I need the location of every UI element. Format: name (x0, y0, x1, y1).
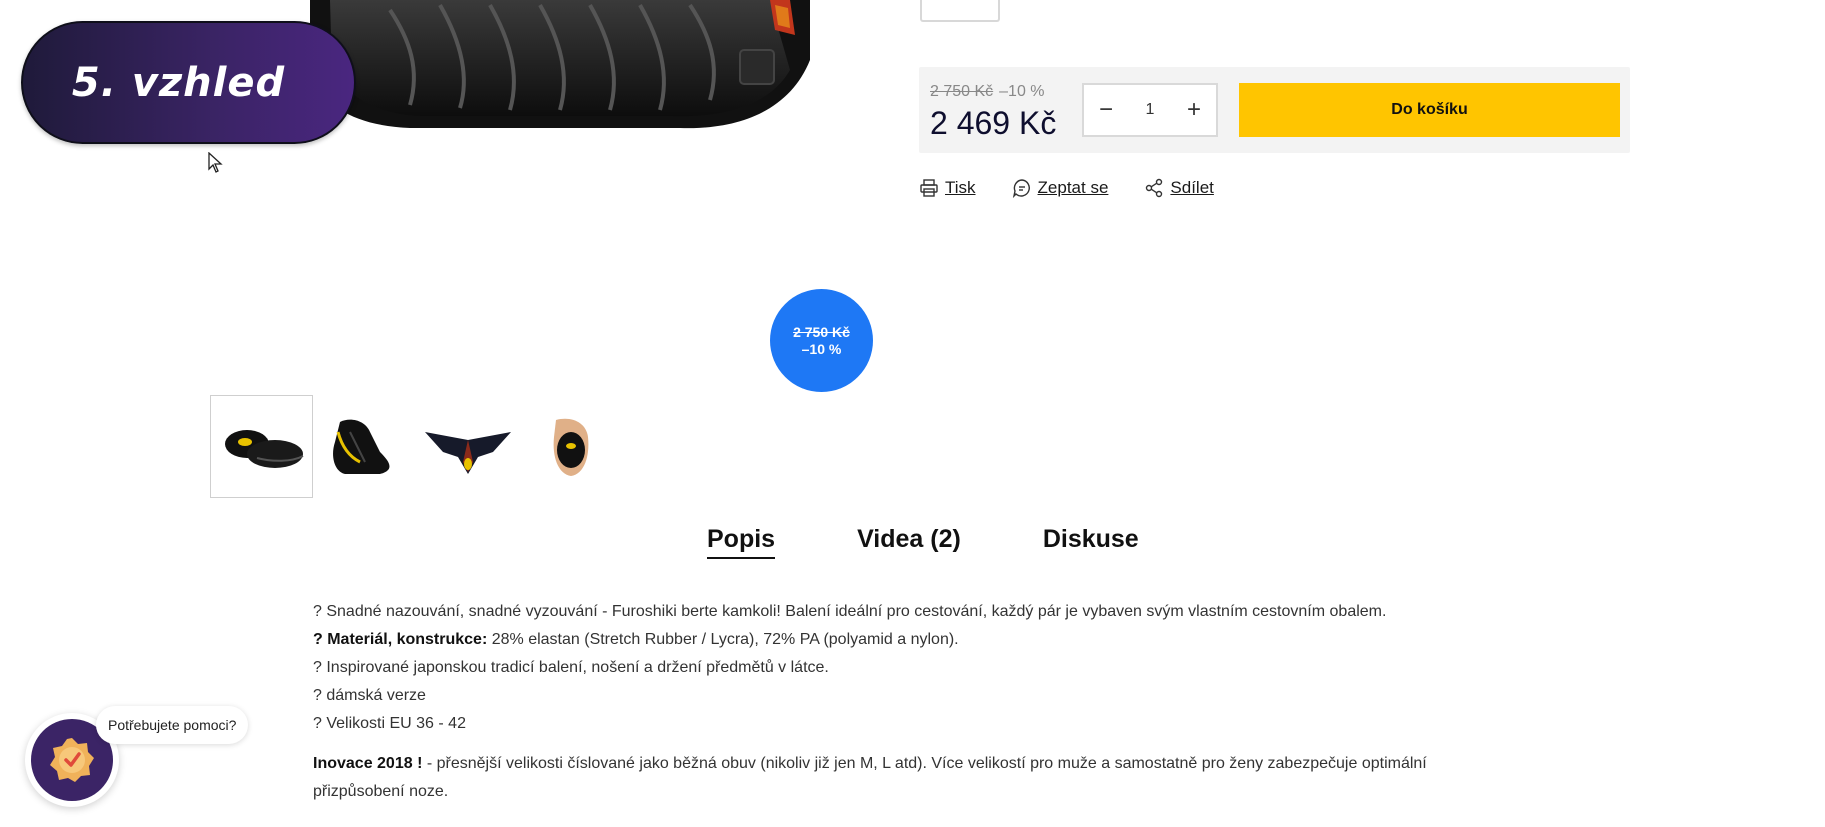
thumbnail-1[interactable] (210, 395, 313, 498)
share-label: Sdílet (1170, 178, 1214, 197)
shoe-unfolded-thumbnail (424, 431, 511, 474)
print-link[interactable]: Tisk (919, 178, 976, 198)
shoe-in-hand-thumbnail (553, 418, 588, 476)
help-bubble[interactable]: Potřebujete pomoci? (96, 706, 249, 744)
description-line: ? Materiál, konstrukce: 28% elastan (Str… (313, 626, 1483, 654)
thumbnail-2[interactable] (313, 395, 416, 498)
tab-videa[interactable]: Videa (2) (857, 525, 961, 559)
add-to-cart-button[interactable]: Do košíku (1239, 83, 1620, 137)
product-tabs: Popis Videa (2) Diskuse (707, 525, 1139, 559)
discount-badge-percent: –10 % (801, 340, 842, 357)
thumbnail-gallery (210, 395, 622, 498)
decrease-quantity-button[interactable]: − (1096, 98, 1116, 122)
description-paragraph: Inovace 2018 ! - přesnější velikosti čís… (313, 750, 1483, 778)
share-icon (1146, 178, 1163, 198)
discount-badge-old-price: 2 750 Kč (793, 323, 850, 340)
tab-popis[interactable]: Popis (707, 525, 776, 559)
variant-selector[interactable] (920, 0, 1000, 22)
current-price: 2 469 Kč (930, 105, 1057, 141)
badge-check-icon (50, 738, 94, 782)
discount-label: –10 % (999, 83, 1045, 100)
ask-question-label: Zeptat se (1037, 178, 1109, 197)
chat-icon (1012, 179, 1030, 198)
description-line: ? Snadné nazouvání, snadné vyzouvání - F… (313, 603, 1387, 620)
share-link[interactable]: Sdílet (1144, 178, 1214, 198)
discount-badge: 2 750 Kč –10 % (770, 289, 873, 392)
increase-quantity-button[interactable]: + (1184, 98, 1204, 122)
description-bold: ? Materiál, konstrukce: (313, 631, 488, 648)
old-price: 2 750 Kč (930, 83, 994, 100)
tab-diskuse[interactable]: Diskuse (1043, 525, 1139, 559)
shoe-pair-thumbnail (224, 429, 303, 468)
print-label: Tisk (945, 178, 976, 197)
product-actions: Tisk Zeptat se Sdílet (919, 178, 1214, 198)
printer-icon (920, 179, 938, 197)
thumbnail-4[interactable] (519, 395, 622, 498)
description-text: - přesnější velikosti číslované jako běž… (422, 755, 1427, 772)
overlay-badge-label: 5. vzhled (71, 59, 286, 106)
description-text: 28% elastan (Stretch Rubber / Lycra), 72… (487, 631, 959, 648)
quantity-input[interactable]: 1 (1146, 101, 1155, 119)
description-line: ? Velikosti EU 36 - 42 (313, 715, 466, 732)
description-line: ? Inspirované japonskou tradicí balení, … (313, 659, 829, 676)
mouse-cursor-icon (208, 152, 223, 173)
ask-question-link[interactable]: Zeptat se (1012, 178, 1109, 198)
price-old: 2 750 Kč –10 % (930, 83, 1045, 101)
description-bold: Inovace 2018 ! (313, 755, 423, 772)
overlay-badge: 5. vzhled (21, 21, 356, 144)
product-description: ? Snadné nazouvání, snadné vyzouvání - F… (313, 598, 1483, 806)
quantity-stepper: − 1 + (1082, 83, 1218, 137)
shoe-side-thumbnail (332, 419, 389, 474)
thumbnail-3[interactable] (416, 395, 519, 498)
description-line: přizpůsobení noze. (313, 783, 449, 800)
description-line: ? dámská verze (313, 687, 426, 704)
buy-box: 2 750 Kč –10 % 2 469 Kč − 1 + Do košíku (919, 67, 1630, 153)
